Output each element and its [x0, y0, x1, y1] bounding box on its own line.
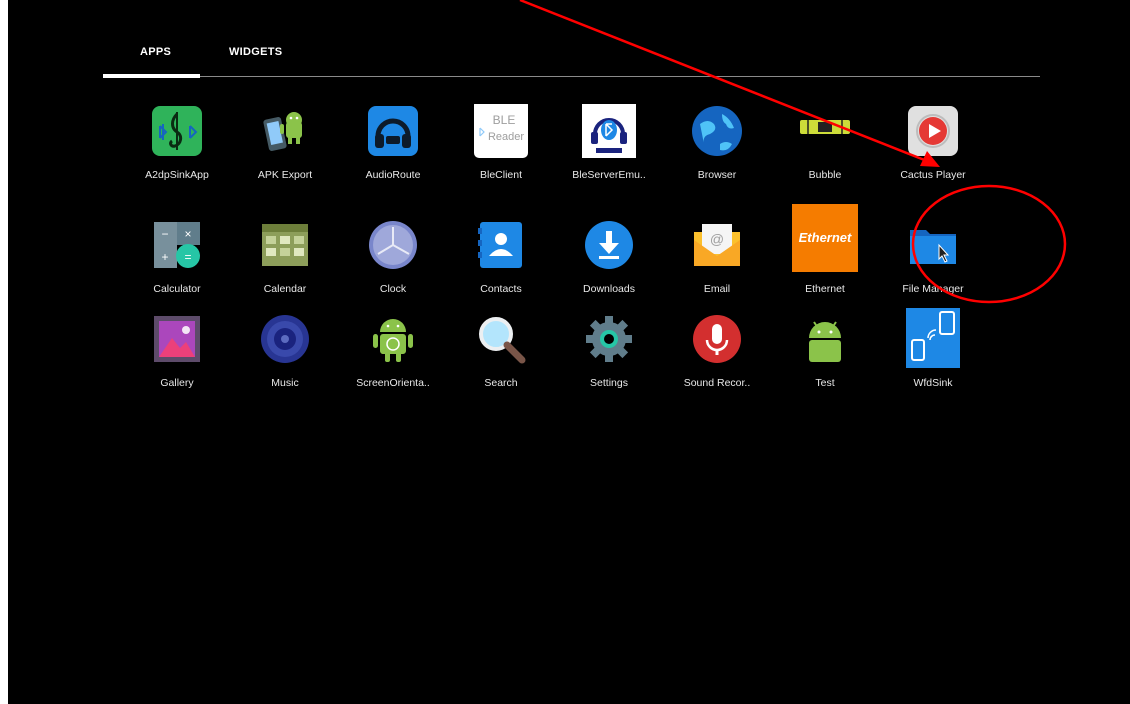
app-file-manager[interactable]: File Manager [878, 218, 988, 318]
svg-text:Reader: Reader [488, 131, 524, 143]
app-bubble[interactable]: Bubble [770, 104, 880, 204]
app-calendar[interactable]: Calendar [230, 218, 340, 318]
app-cactus-player[interactable]: Cactus Player [878, 104, 988, 204]
app-search[interactable]: Search [446, 312, 556, 412]
search-magnifier-icon [474, 312, 528, 366]
cactus-player-icon [906, 104, 960, 158]
app-drawer-screen: APPS WIDGETS A2dpSinkApp APK Export Audi… [8, 0, 1130, 704]
svg-text:@: @ [710, 231, 724, 247]
email-icon: @ [690, 218, 744, 272]
svg-text:BLE: BLE [493, 113, 516, 127]
tab-divider [103, 76, 1040, 77]
app-ethernet[interactable]: Ethernet Ethernet [770, 204, 880, 318]
app-clock[interactable]: Clock [338, 218, 448, 318]
app-sound-recorder[interactable]: Sound Recor.. [662, 312, 772, 412]
app-bleserveremu[interactable]: BleServerEmu.. [554, 104, 664, 204]
contacts-icon [474, 218, 528, 272]
clock-icon [366, 218, 420, 272]
tab-selected-indicator [103, 74, 200, 78]
app-music[interactable]: Music [230, 312, 340, 412]
gallery-icon [150, 312, 204, 366]
tab-widgets[interactable]: WIDGETS [229, 46, 282, 58]
app-audioroute[interactable]: AudioRoute [338, 104, 448, 204]
tab-apps[interactable]: APPS [140, 46, 171, 58]
app-bleclient[interactable]: BLE Reader BleClient [446, 104, 556, 204]
tab-bar: APPS WIDGETS [103, 20, 1040, 80]
app-contacts[interactable]: Contacts [446, 218, 556, 318]
svg-text:=: = [184, 250, 191, 264]
screen-orientation-icon [366, 312, 420, 366]
app-calculator[interactable]: − × + = Calculator [122, 218, 232, 318]
app-label: Cactus Player [900, 169, 966, 181]
svg-text:×: × [184, 227, 191, 241]
app-wfdsink[interactable]: WfdSink [878, 308, 988, 412]
calendar-icon [258, 218, 312, 272]
test-android-icon [798, 312, 852, 366]
sound-recorder-icon [690, 312, 744, 366]
app-settings[interactable]: Settings [554, 312, 664, 412]
ethernet-icon: Ethernet [792, 204, 858, 272]
app-gallery[interactable]: Gallery [122, 312, 232, 412]
app-test[interactable]: Test [770, 312, 880, 412]
bubble-level-icon [798, 104, 852, 158]
app-a2dpsinkapp[interactable]: A2dpSinkApp [122, 104, 232, 204]
wfd-sink-icon [906, 308, 960, 368]
settings-gear-icon [582, 312, 636, 366]
browser-globe-icon [690, 104, 744, 158]
app-apk-export[interactable]: APK Export [230, 104, 340, 204]
apk-export-icon [258, 104, 312, 158]
app-email[interactable]: @ Email [662, 218, 772, 318]
a2dp-sink-icon [150, 104, 204, 158]
app-browser[interactable]: Browser [662, 104, 772, 204]
ble-server-icon [582, 104, 636, 158]
calculator-icon: − × + = [150, 218, 204, 272]
svg-text:−: − [161, 227, 168, 241]
svg-text:Ethernet: Ethernet [799, 230, 852, 245]
app-screenorientation[interactable]: ScreenOrienta.. [338, 312, 448, 412]
app-downloads[interactable]: Downloads [554, 218, 664, 318]
downloads-icon [582, 218, 636, 272]
ble-reader-icon: BLE Reader [474, 104, 528, 158]
app-label: File Manager [902, 283, 964, 295]
app-label: WfdSink [913, 377, 953, 389]
svg-text:+: + [161, 250, 168, 264]
audio-route-icon [366, 104, 420, 158]
file-manager-folder-icon [906, 218, 960, 272]
music-speaker-icon [258, 312, 312, 366]
